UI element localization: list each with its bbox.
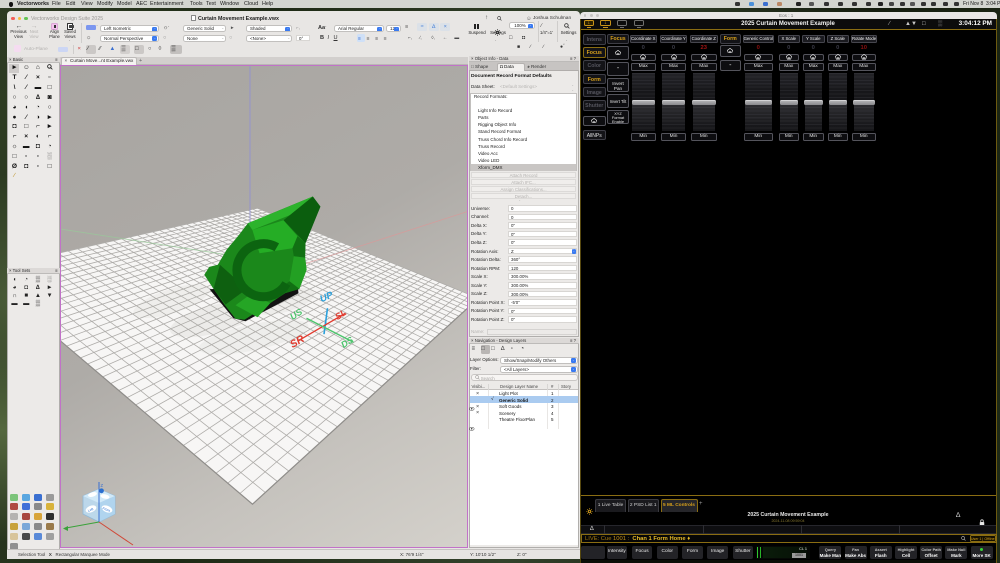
svg-text:Z: Z (100, 483, 103, 488)
